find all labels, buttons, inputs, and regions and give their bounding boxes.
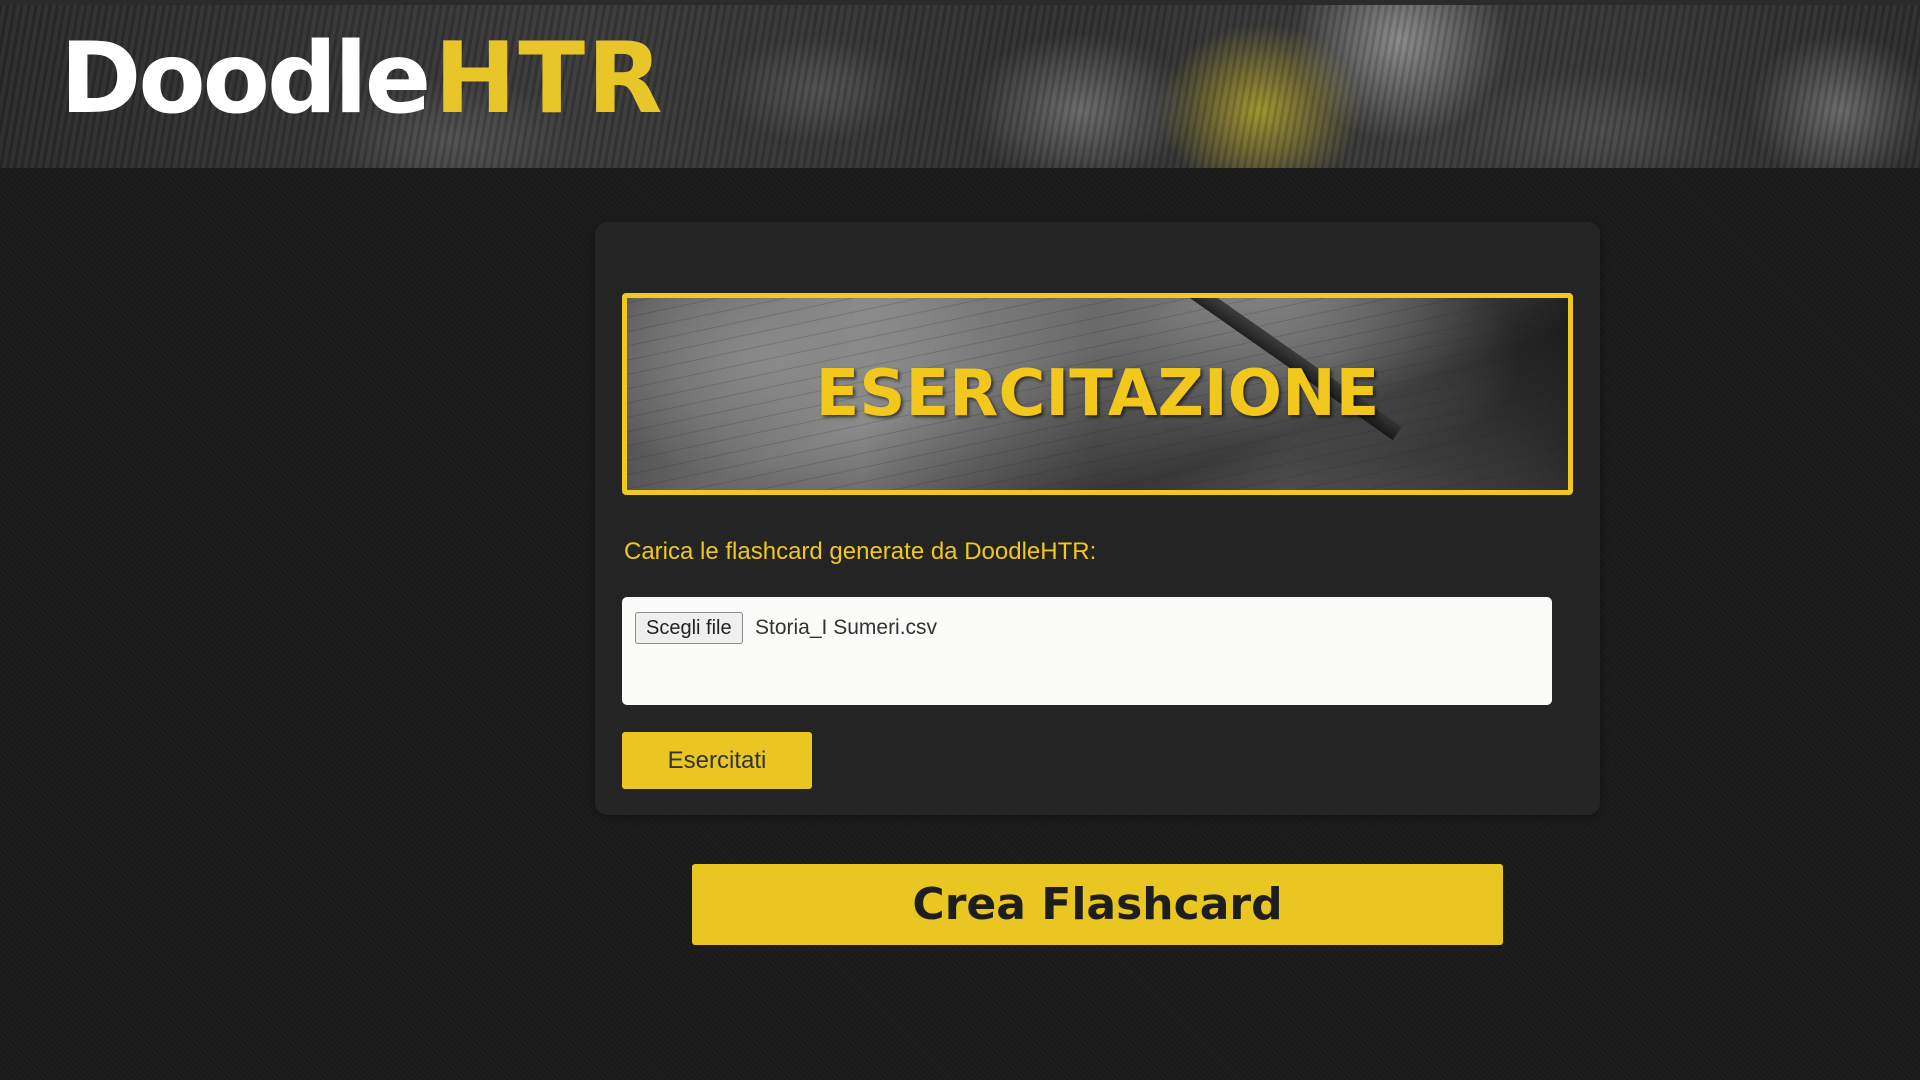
logo-text-htr: HTR xyxy=(434,22,665,136)
selected-file-name: Storia_I Sumeri.csv xyxy=(755,616,938,639)
logo-text-doodle: Doodle xyxy=(60,22,431,136)
upload-label: Carica le flashcard generate da DoodleHT… xyxy=(624,538,1097,565)
header-top-line xyxy=(0,0,1920,5)
file-upload-field[interactable]: Scegli file Storia_I Sumeri.csv xyxy=(622,597,1552,705)
practice-card: ESERCITAZIONE Carica le flashcard genera… xyxy=(595,222,1600,815)
banner-title: ESERCITAZIONE xyxy=(815,357,1380,431)
title-banner: ESERCITAZIONE xyxy=(622,293,1573,495)
create-flashcard-button[interactable]: Crea Flashcard xyxy=(692,864,1503,945)
practice-button[interactable]: Esercitati xyxy=(622,732,812,789)
choose-file-button[interactable]: Scegli file xyxy=(635,612,743,644)
doodlehtr-logo[interactable]: Doodle HTR xyxy=(60,30,665,128)
header-banner: Doodle HTR xyxy=(0,0,1920,168)
